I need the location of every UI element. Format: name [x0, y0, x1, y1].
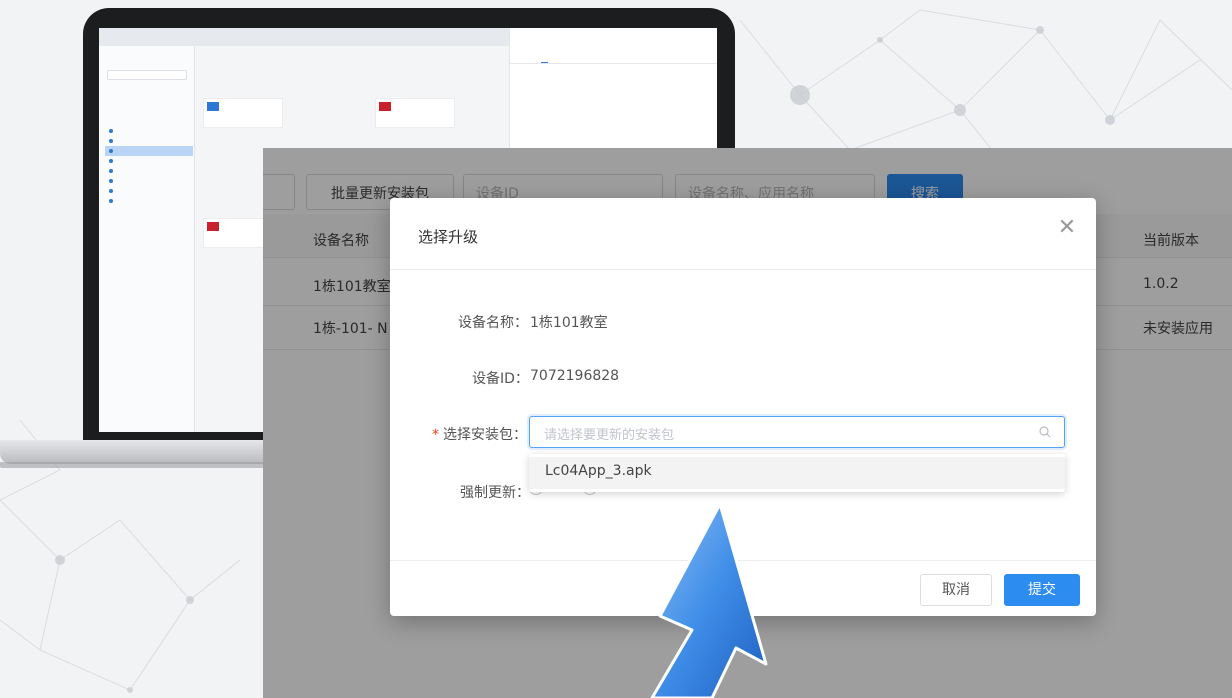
mini-sidebar: [99, 46, 195, 432]
arrow-up-icon: [650, 502, 768, 698]
package-select-placeholder: 请选择要更新的安装包: [544, 428, 675, 443]
mini-tree: [105, 126, 193, 206]
required-star: *: [432, 427, 439, 443]
device-id-label: 设备ID：: [472, 371, 529, 387]
close-icon[interactable]: ✕: [1054, 216, 1080, 242]
package-dropdown: Lc04App_3.apk: [529, 454, 1065, 492]
mini-tab: [610, 50, 618, 63]
mini-tree-node: [105, 136, 193, 146]
laptop-base-shadow: [0, 462, 290, 468]
mini-tree-node: [105, 166, 193, 176]
search-icon: [1039, 426, 1051, 438]
device-name-value: 1栋101教室: [530, 315, 608, 331]
mini-tree-node: [105, 196, 193, 206]
cancel-button[interactable]: 取消: [920, 574, 992, 606]
submit-button[interactable]: 提交: [1004, 574, 1080, 606]
modal-header: 选择升级 ✕: [390, 198, 1096, 270]
mini-tree-node: [105, 186, 193, 196]
mini-tree-node-selected: [105, 146, 193, 156]
modal-title: 选择升级: [418, 228, 479, 246]
package-select[interactable]: 请选择要更新的安装包: [529, 416, 1065, 448]
mini-device-card: [375, 98, 455, 128]
device-name-label: 设备名称：: [458, 315, 528, 331]
device-id-value: 7072196828: [530, 368, 620, 384]
laptop-base: [0, 440, 300, 464]
mini-panel-tabs: [510, 46, 717, 64]
mini-search-input: [107, 70, 187, 80]
mini-tab: [540, 50, 549, 63]
mini-device-card: [203, 98, 283, 128]
package-option[interactable]: Lc04App_3.apk: [529, 457, 1065, 489]
mini-tree-node: [105, 176, 193, 186]
force-update-label: 强制更新：: [460, 485, 530, 501]
mini-panel-title: [510, 28, 717, 46]
mini-tree-node: [105, 156, 193, 166]
mini-tree-node: [105, 126, 193, 136]
package-label: * 选择安装包：: [432, 424, 527, 444]
package-label-text: 选择安装包：: [443, 427, 527, 443]
mini-tab: [679, 50, 687, 63]
